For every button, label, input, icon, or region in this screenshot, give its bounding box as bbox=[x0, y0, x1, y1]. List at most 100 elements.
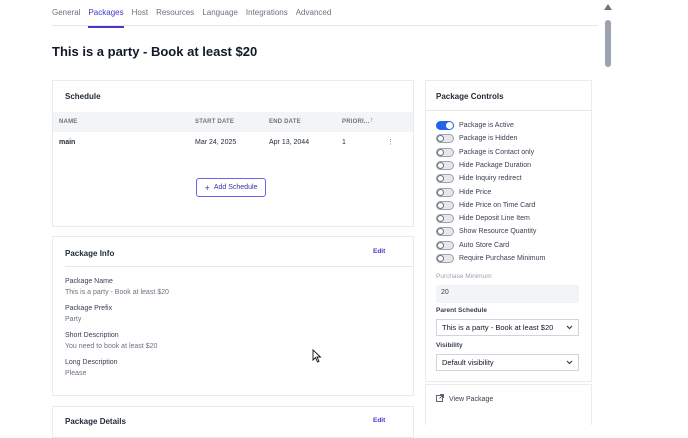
toggle-label: Hide Inquiry redirect bbox=[459, 175, 522, 183]
visibility-select[interactable]: Default visibility bbox=[436, 354, 579, 371]
column-header-name[interactable]: NAME bbox=[59, 119, 77, 125]
view-package-label: View Package bbox=[449, 395, 494, 403]
package-info-title: Package Info bbox=[65, 249, 115, 258]
toggle-row-hide-price-on-time-card[interactable]: Hide Price on Time Card bbox=[436, 200, 535, 210]
row-priority: 1 bbox=[342, 139, 346, 146]
toggle-label: Hide Price bbox=[459, 188, 492, 196]
plus-icon: + bbox=[204, 182, 210, 193]
chevron-down-icon bbox=[566, 323, 573, 332]
package-name-value: This is a party - Book at least $20 bbox=[65, 289, 169, 296]
toggle-switch[interactable] bbox=[436, 134, 454, 144]
package-prefix-label: Package Prefix bbox=[65, 305, 113, 312]
edit-package-details-link[interactable]: Edit bbox=[373, 417, 385, 424]
tab-packages[interactable]: Packages bbox=[88, 0, 124, 28]
toggle-label: Require Purchase Minimum bbox=[459, 255, 546, 262]
toggle-knob bbox=[437, 201, 444, 209]
purchase-minimum-input[interactable]: 20 bbox=[436, 285, 579, 303]
view-package-link[interactable]: View Package bbox=[436, 394, 493, 404]
tab-general[interactable]: General bbox=[52, 0, 80, 26]
toggle-knob bbox=[437, 241, 444, 249]
long-description-label: Long Description bbox=[65, 359, 118, 366]
tab-bar: General Packages Host Resources Language… bbox=[52, 0, 339, 28]
toggle-row-package-is-active[interactable]: Package is Active bbox=[436, 121, 514, 130]
toggle-switch[interactable] bbox=[436, 254, 454, 263]
toggle-row-hide-deposit-line-item[interactable]: Hide Deposit Line Item bbox=[436, 214, 530, 224]
toggle-knob bbox=[437, 188, 444, 196]
package-details-card: Package Details Edit bbox=[52, 406, 414, 438]
toggle-label: Hide Deposit Line Item bbox=[459, 215, 530, 223]
toggle-switch[interactable] bbox=[436, 227, 454, 237]
tab-advanced[interactable]: Advanced bbox=[296, 0, 332, 26]
toggle-row-hide-inquiry-redirect[interactable]: Hide Inquiry redirect bbox=[436, 174, 522, 184]
tabs-divider bbox=[52, 25, 598, 26]
toggle-switch[interactable] bbox=[436, 160, 454, 170]
divider bbox=[426, 110, 591, 111]
toggle-knob bbox=[437, 175, 444, 183]
toggle-label: Package is Active bbox=[459, 122, 514, 129]
row-menu-icon[interactable]: ⋮ bbox=[387, 138, 394, 146]
package-prefix-value: Party bbox=[65, 316, 82, 323]
toggle-label: Auto Store Card bbox=[459, 241, 510, 249]
toggle-knob bbox=[437, 148, 444, 156]
toggle-row-hide-price[interactable]: Hide Price bbox=[436, 187, 492, 197]
short-description-value: You need to book at least $20 bbox=[65, 343, 158, 350]
parent-schedule-select[interactable]: This is a party - Book at least $20 bbox=[436, 319, 579, 336]
toggle-switch[interactable] bbox=[436, 214, 454, 224]
view-package-card: View Package bbox=[425, 384, 592, 425]
visibility-label: Visibility bbox=[436, 342, 463, 349]
toggle-switch[interactable] bbox=[436, 174, 454, 184]
toggle-switch[interactable] bbox=[436, 121, 454, 130]
toggle-switch[interactable] bbox=[436, 240, 454, 250]
column-header-start-date[interactable]: START DATE bbox=[195, 119, 234, 125]
toggle-label: Hide Package Duration bbox=[459, 161, 531, 169]
toggle-switch[interactable] bbox=[436, 200, 454, 210]
toggle-label: Package is Hidden bbox=[459, 135, 518, 143]
schedule-card: Schedule NAME START DATE END DATE PRIORI… bbox=[52, 80, 414, 227]
edit-package-info-link[interactable]: Edit bbox=[373, 248, 385, 255]
toggle-label: Show Resource Quantity bbox=[459, 228, 537, 236]
short-description-label: Short Description bbox=[65, 332, 119, 339]
tab-language[interactable]: Language bbox=[202, 0, 238, 26]
toggle-switch[interactable] bbox=[436, 187, 454, 197]
package-controls-title: Package Controls bbox=[436, 92, 504, 101]
column-header-end-date[interactable]: END DATE bbox=[269, 119, 301, 125]
toggle-row-require-purchase-minimum[interactable]: Require Purchase Minimum bbox=[436, 254, 545, 263]
tab-resources[interactable]: Resources bbox=[156, 0, 194, 26]
add-schedule-label: Add Schedule bbox=[213, 184, 258, 191]
scroll-up-arrow-icon[interactable] bbox=[604, 4, 612, 10]
divider bbox=[65, 266, 413, 267]
schedule-title: Schedule bbox=[65, 92, 101, 101]
long-description-value: Please bbox=[65, 370, 87, 377]
scrollbar-thumb[interactable] bbox=[605, 20, 611, 67]
row-name: main bbox=[59, 139, 76, 146]
toggle-row-show-resource-quantity[interactable]: Show Resource Quantity bbox=[436, 227, 537, 237]
parent-schedule-label: Parent Schedule bbox=[436, 307, 487, 314]
toggle-row-package-is-contact-only[interactable]: Package is Contact only bbox=[436, 147, 535, 157]
row-end-date: Apr 13, 2044 bbox=[269, 139, 310, 146]
mouse-cursor-icon bbox=[312, 348, 322, 368]
toggle-row-package-is-hidden[interactable]: Package is Hidden bbox=[436, 134, 518, 144]
package-controls-card: Package Controls Package is Active Packag… bbox=[425, 80, 592, 382]
tab-integrations[interactable]: Integrations bbox=[246, 0, 288, 26]
toggle-switch[interactable] bbox=[436, 147, 454, 157]
chevron-down-icon bbox=[566, 358, 573, 367]
toggle-label: Package is Contact only bbox=[459, 148, 535, 156]
toggle-knob bbox=[437, 161, 444, 169]
toggle-knob bbox=[437, 135, 444, 143]
toggle-knob bbox=[446, 122, 453, 129]
tab-host[interactable]: Host bbox=[132, 0, 148, 26]
purchase-minimum-label: Purchase Minimum bbox=[436, 273, 492, 280]
package-details-title: Package Details bbox=[65, 417, 126, 426]
schedule-table-header: NAME START DATE END DATE PRIORI... ↑ bbox=[53, 112, 413, 132]
add-schedule-button[interactable]: + Add Schedule bbox=[196, 178, 266, 197]
toggle-row-hide-package-duration[interactable]: Hide Package Duration bbox=[436, 160, 531, 170]
page-title: This is a party - Book at least $20 bbox=[52, 44, 258, 59]
sort-arrow-icon[interactable]: ↑ bbox=[370, 117, 374, 124]
visibility-value: Default visibility bbox=[442, 358, 494, 367]
column-header-priority[interactable]: PRIORI... bbox=[342, 119, 369, 125]
toggle-row-auto-store-card[interactable]: Auto Store Card bbox=[436, 240, 510, 250]
external-link-icon bbox=[436, 394, 444, 404]
toggle-knob bbox=[437, 215, 444, 223]
package-name-label: Package Name bbox=[65, 278, 113, 285]
parent-schedule-value: This is a party - Book at least $20 bbox=[442, 323, 554, 332]
